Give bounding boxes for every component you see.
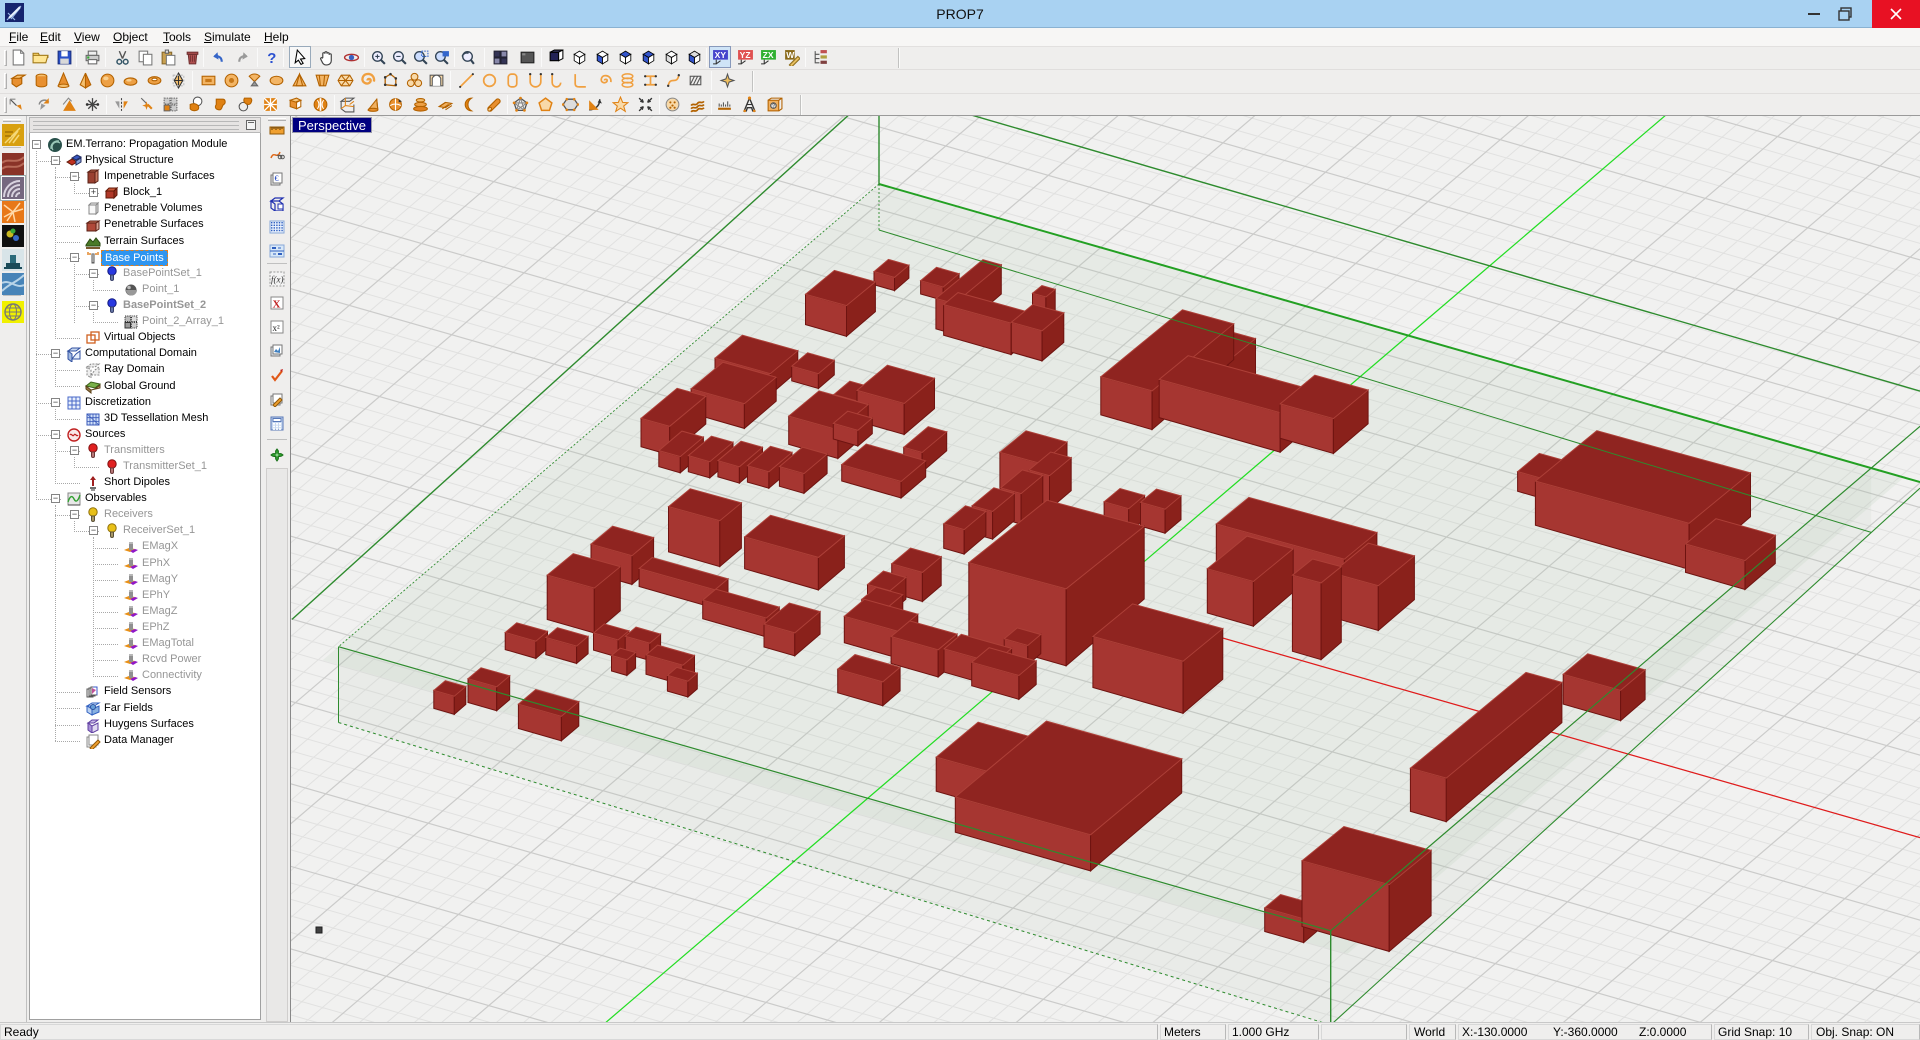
svg-text:ZX: ZX — [763, 50, 774, 60]
svg-text:?: ? — [267, 51, 276, 66]
svg-text:W: W — [786, 50, 795, 60]
svg-text:x²: x² — [273, 323, 281, 333]
svg-text:f(x): f(x) — [271, 275, 284, 285]
svg-text:?: ? — [772, 104, 775, 110]
svg-text:€: € — [275, 174, 279, 183]
svg-text:XY: XY — [715, 50, 727, 60]
svg-text:YZ: YZ — [740, 50, 751, 60]
svg-text:X: X — [273, 299, 281, 311]
